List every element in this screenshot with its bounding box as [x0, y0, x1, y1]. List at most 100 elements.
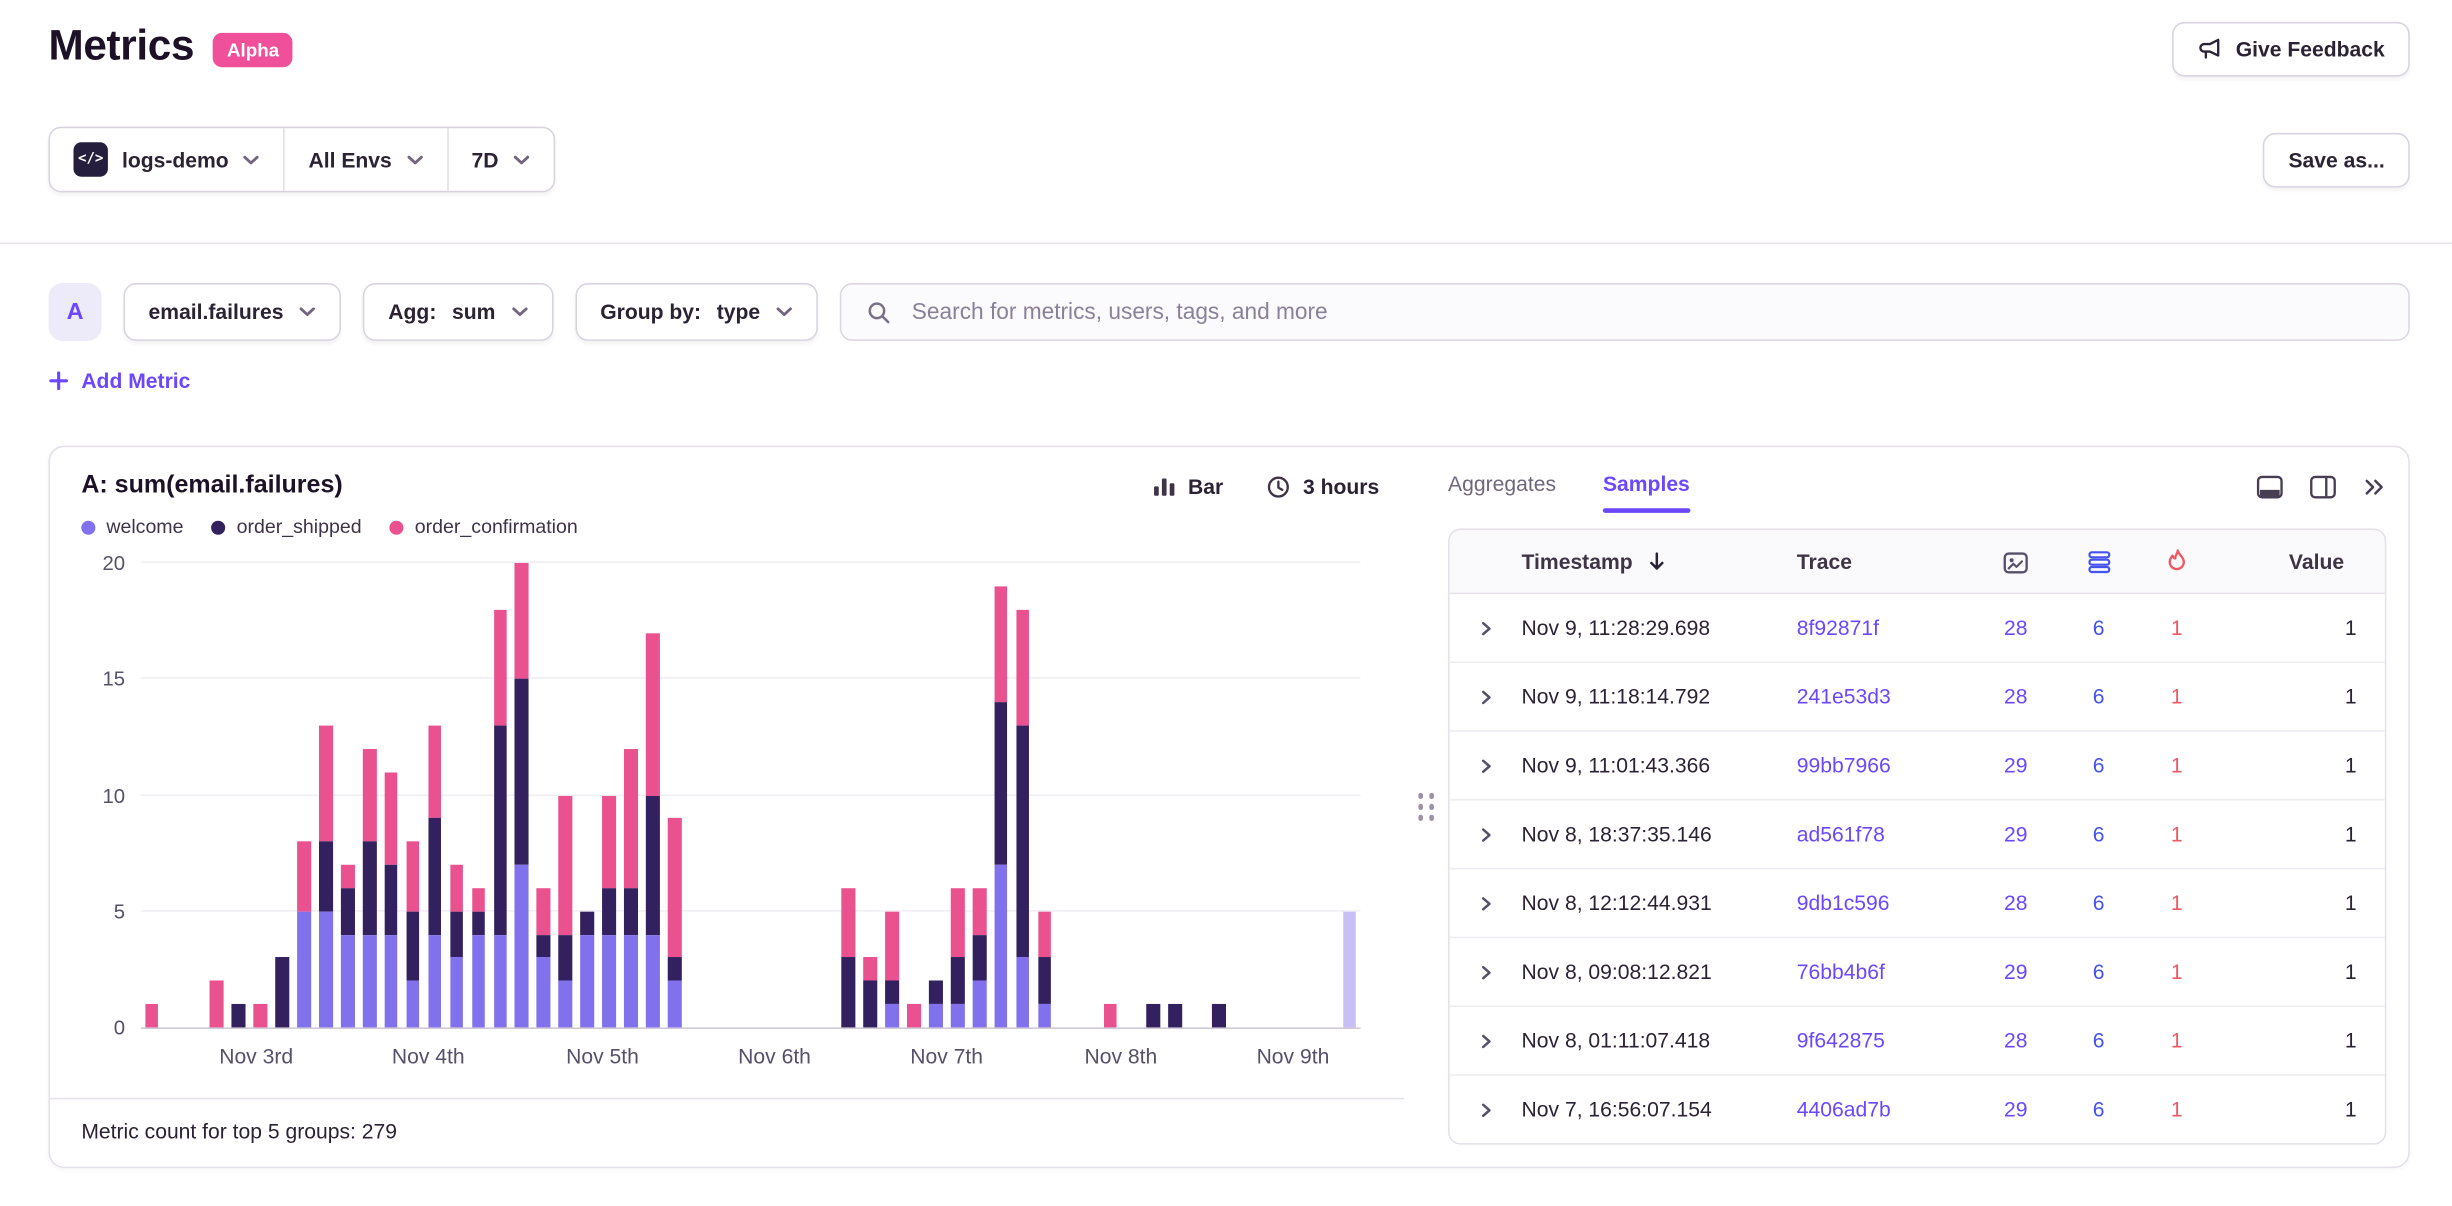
collapse-panel-button[interactable] — [2363, 476, 2386, 496]
trace-link[interactable]: 241e53d3 — [1797, 685, 1972, 708]
chart-bar — [450, 563, 463, 1027]
metrics-card: A: sum(email.failures) Bar 3 hours — [48, 446, 2409, 1168]
chart-type-toggle[interactable]: Bar — [1152, 475, 1223, 498]
daterange-selector[interactable]: 7D — [448, 128, 553, 191]
expand-row-button[interactable] — [1450, 687, 1522, 706]
spans-count-link[interactable]: 28 — [1972, 616, 2060, 639]
table-row[interactable]: Nov 9, 11:28:29.6988f92871f28611 — [1450, 594, 2385, 663]
legend-dot — [212, 520, 226, 534]
timestamp-header[interactable]: Timestamp — [1522, 550, 1797, 573]
tab-samples[interactable]: Samples — [1603, 472, 1690, 513]
spans-count-link[interactable]: 28 — [1972, 1029, 2060, 1052]
table-row[interactable]: Nov 8, 01:11:07.4189f64287528611 — [1450, 1007, 2385, 1076]
aggregation-selector[interactable]: Agg: sum — [363, 283, 553, 341]
expand-row-button[interactable] — [1450, 825, 1522, 844]
panel-right-button[interactable] — [2310, 475, 2337, 498]
panel-bottom-button[interactable] — [2257, 475, 2284, 498]
chart-bar — [341, 563, 354, 1027]
spans-count-link[interactable]: 29 — [1972, 754, 2060, 777]
search-bar[interactable] — [840, 283, 2410, 341]
environment-selector[interactable]: All Envs — [285, 128, 448, 191]
errors-count-link[interactable]: 1 — [2138, 1098, 2216, 1121]
table-row[interactable]: Nov 8, 18:37:35.146ad561f7829611 — [1450, 801, 2385, 870]
chart-bar — [994, 563, 1007, 1027]
chart-bar — [472, 563, 485, 1027]
chart-bar — [515, 563, 528, 1027]
profiles-count-link[interactable]: 6 — [2059, 823, 2137, 846]
expand-row-button[interactable] — [1450, 1031, 1522, 1050]
toolbar: </> logs-demo All Envs 7D Save as... — [0, 127, 2452, 193]
table-row[interactable]: Nov 9, 11:01:43.36699bb796629611 — [1450, 732, 2385, 801]
profiles-count-link[interactable]: 6 — [2059, 891, 2137, 914]
trace-link[interactable]: 8f92871f — [1797, 616, 1972, 639]
errors-count-link[interactable]: 1 — [2138, 754, 2216, 777]
expand-row-button[interactable] — [1450, 1100, 1522, 1119]
table-row[interactable]: Nov 8, 09:08:12.82176bb4b6f29611 — [1450, 938, 2385, 1007]
y-axis-label: 0 — [114, 1017, 125, 1037]
stack-icon — [2087, 550, 2110, 573]
trace-link[interactable]: 9f642875 — [1797, 1029, 1972, 1052]
expand-row-button[interactable] — [1450, 894, 1522, 913]
add-metric-button[interactable]: Add Metric — [48, 369, 190, 392]
table-row[interactable]: Nov 8, 12:12:44.9319db1c59628611 — [1450, 869, 2385, 938]
errors-count-link[interactable]: 1 — [2138, 1029, 2216, 1052]
profiles-count-link[interactable]: 6 — [2059, 1098, 2137, 1121]
spans-count-link[interactable]: 28 — [1972, 891, 2060, 914]
samples-table-body: Nov 9, 11:28:29.6988f92871f28611Nov 9, 1… — [1450, 594, 2385, 1143]
errors-count-link[interactable]: 1 — [2138, 823, 2216, 846]
tab-aggregates[interactable]: Aggregates — [1448, 472, 1556, 513]
profiles-count-link[interactable]: 6 — [2059, 960, 2137, 983]
chart-bar — [907, 563, 920, 1027]
samples-table: Timestamp Trace Value Nov 9, 11:28:29.69… — [1448, 529, 2386, 1145]
metric-selector[interactable]: email.failures — [124, 283, 342, 341]
groupby-selector[interactable]: Group by: type — [575, 283, 818, 341]
errors-count-link[interactable]: 1 — [2138, 616, 2216, 639]
chart-legend: welcome order_shipped order_confirmation — [81, 516, 1395, 538]
value-cell: 1 — [2216, 823, 2385, 846]
spans-count-link[interactable]: 28 — [1972, 685, 2060, 708]
chart-bar — [559, 563, 572, 1027]
spans-count-link[interactable]: 29 — [1972, 960, 2060, 983]
spans-count-link[interactable]: 29 — [1972, 1098, 2060, 1121]
chevron-down-icon — [511, 306, 528, 317]
timestamp-cell: Nov 9, 11:18:14.792 — [1522, 685, 1797, 708]
legend-item[interactable]: order_confirmation — [390, 516, 578, 538]
interval-toggle[interactable]: 3 hours — [1267, 475, 1379, 498]
profiles-count-link[interactable]: 6 — [2059, 616, 2137, 639]
timestamp-cell: Nov 8, 12:12:44.931 — [1522, 891, 1797, 914]
page-header: Metrics Alpha Give Feedback — [0, 0, 2452, 77]
errors-count-link[interactable]: 1 — [2138, 685, 2216, 708]
chart-title: A: sum(email.failures) — [81, 472, 342, 500]
page-filter-group: </> logs-demo All Envs 7D — [48, 127, 554, 193]
save-as-button[interactable]: Save as... — [2263, 132, 2409, 187]
chart-bar — [646, 563, 659, 1027]
chevron-right-icon — [1477, 756, 1494, 775]
expand-row-button[interactable] — [1450, 963, 1522, 982]
table-row[interactable]: Nov 7, 16:56:07.1544406ad7b29611 — [1450, 1076, 2385, 1143]
legend-item[interactable]: welcome — [81, 516, 183, 538]
trace-link[interactable]: 99bb7966 — [1797, 754, 1972, 777]
spans-count-link[interactable]: 29 — [1972, 823, 2060, 846]
timestamp-cell: Nov 8, 09:08:12.821 — [1522, 960, 1797, 983]
splitter-handle[interactable] — [1404, 447, 1448, 1166]
give-feedback-button[interactable]: Give Feedback — [2172, 22, 2410, 77]
table-row[interactable]: Nov 9, 11:18:14.792241e53d328611 — [1450, 663, 2385, 732]
value-cell: 1 — [2216, 1098, 2385, 1121]
errors-count-link[interactable]: 1 — [2138, 960, 2216, 983]
profiles-count-link[interactable]: 6 — [2059, 1029, 2137, 1052]
timestamp-cell: Nov 8, 18:37:35.146 — [1522, 823, 1797, 846]
errors-count-link[interactable]: 1 — [2138, 891, 2216, 914]
search-input[interactable] — [909, 298, 2384, 326]
legend-item[interactable]: order_shipped — [212, 516, 362, 538]
chevron-right-icon — [1477, 1031, 1494, 1050]
profiles-count-link[interactable]: 6 — [2059, 754, 2137, 777]
trace-link[interactable]: 76bb4b6f — [1797, 960, 1972, 983]
chevron-down-icon — [299, 306, 316, 317]
project-selector[interactable]: </> logs-demo — [50, 128, 285, 191]
expand-row-button[interactable] — [1450, 618, 1522, 637]
trace-link[interactable]: 4406ad7b — [1797, 1098, 1972, 1121]
trace-link[interactable]: 9db1c596 — [1797, 891, 1972, 914]
expand-row-button[interactable] — [1450, 756, 1522, 775]
profiles-count-link[interactable]: 6 — [2059, 685, 2137, 708]
trace-link[interactable]: ad561f78 — [1797, 823, 1972, 846]
